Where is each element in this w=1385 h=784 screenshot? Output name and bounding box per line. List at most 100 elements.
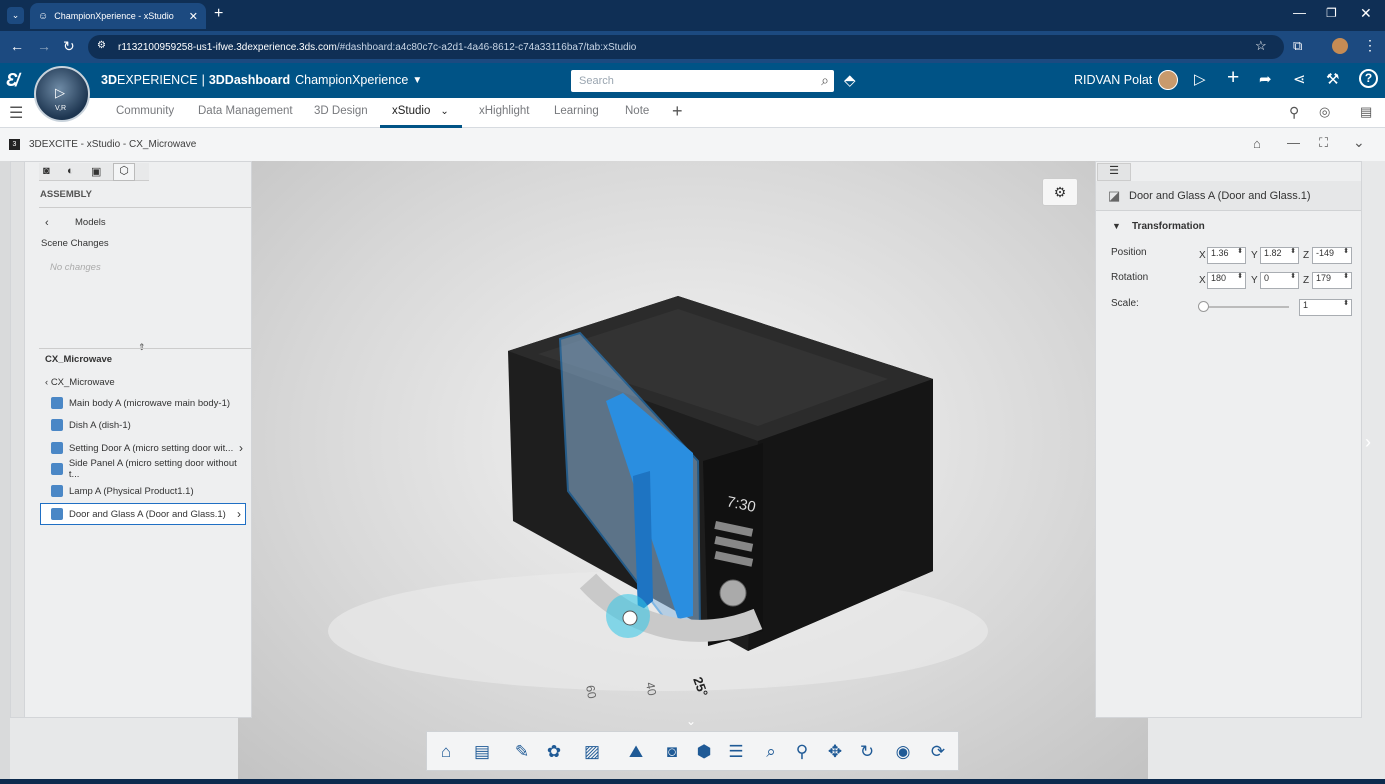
materials-tab-icon[interactable]: ◐ xyxy=(67,165,74,177)
cloud-icon[interactable]: ⌂ xyxy=(1253,136,1261,151)
apps-icon[interactable]: ⚒ xyxy=(1326,70,1339,88)
tab-community[interactable]: Community xyxy=(116,105,174,117)
restore-icon[interactable]: ❐ xyxy=(1326,6,1337,20)
zoom-in-icon[interactable]: ⌕ xyxy=(760,741,782,763)
materials-icon[interactable]: ✿ xyxy=(543,741,565,763)
forward-share-icon[interactable]: ➦ xyxy=(1259,70,1272,88)
minimize-icon[interactable]: — xyxy=(1293,5,1306,20)
rotation-y-input[interactable]: 0 ⬍ xyxy=(1260,272,1299,289)
chevron-down-icon[interactable]: ⌄ xyxy=(440,106,448,117)
tree-item-selected[interactable]: Door and Glass A (Door and Glass.1) › xyxy=(40,503,246,525)
pan-icon[interactable]: ✥ xyxy=(824,741,846,763)
rotate-icon[interactable]: ↻ xyxy=(856,741,878,763)
position-x-input[interactable]: 1.36 ⬍ xyxy=(1207,247,1246,264)
list-icon[interactable]: ☰ xyxy=(725,741,747,763)
add-icon[interactable]: + xyxy=(1227,66,1239,90)
tab-data-management[interactable]: Data Management xyxy=(198,105,293,117)
assembly-tab-icon[interactable]: ⬡ xyxy=(113,163,135,181)
refresh-icon[interactable]: ⟳ xyxy=(927,741,949,763)
tab-xhighlight[interactable]: xHighlight xyxy=(479,105,530,117)
tag-icon[interactable]: ⬘ xyxy=(844,71,856,89)
scale-slider[interactable] xyxy=(1199,306,1289,308)
social-share-icon[interactable]: ⋖ xyxy=(1293,70,1306,88)
comment-icon[interactable]: ▤ xyxy=(1360,104,1372,120)
annotation-icon[interactable]: ✎ xyxy=(511,741,533,763)
position-y-input[interactable]: 1.82 ⬍ xyxy=(1260,247,1299,264)
stepper-icon[interactable]: ⬍ xyxy=(1237,247,1243,255)
compass-widget[interactable]: ▷ V,R xyxy=(34,66,90,122)
user-avatar[interactable] xyxy=(1158,70,1178,90)
rotation-handle-knob[interactable] xyxy=(622,610,638,626)
tab-3d-design[interactable]: 3D Design xyxy=(314,105,368,117)
scale-slider-handle[interactable] xyxy=(1198,301,1209,312)
bookmark-star-icon[interactable]: ☆ xyxy=(1255,38,1267,54)
position-z-input[interactable]: -149 ⬍ xyxy=(1312,247,1352,264)
tab-note[interactable]: Note xyxy=(625,105,649,117)
scale-input[interactable]: 1 ⬍ xyxy=(1299,299,1352,316)
forward-icon[interactable]: → xyxy=(37,38,51,54)
camera-tab-icon[interactable]: ◙ xyxy=(43,165,50,177)
zoom-out-icon[interactable]: ⚲ xyxy=(791,741,813,763)
search-icon[interactable]: ⌕ xyxy=(821,72,829,89)
tab-xstudio[interactable]: xStudio ⌄ xyxy=(380,105,462,128)
tab-menu-icon[interactable]: ⌄ xyxy=(7,7,24,24)
tree-item[interactable]: Lamp A (Physical Product1.1) xyxy=(41,481,247,501)
tree-root[interactable]: ‹ CX_Microwave xyxy=(45,377,115,388)
chevron-down-icon[interactable]: ▼ xyxy=(412,75,422,86)
help-icon[interactable]: ? xyxy=(1359,69,1378,88)
profile-avatar[interactable] xyxy=(1332,38,1348,54)
widget-menu-chevron-icon[interactable]: ⌄ xyxy=(1353,134,1365,151)
environment-icon[interactable]: ⛰ xyxy=(625,741,647,763)
capture-icon[interactable]: ◉ xyxy=(892,741,914,763)
settings-tab-icon[interactable]: ☰ xyxy=(1097,163,1131,181)
stepper-icon[interactable]: ⬍ xyxy=(1237,272,1243,280)
assembly-icon[interactable]: ⬢ xyxy=(693,741,715,763)
microwave-3d-model[interactable]: 7:30 60 40 25° xyxy=(238,161,1148,779)
search-input[interactable]: Search ⌕ xyxy=(571,70,834,92)
close-window-icon[interactable]: ✕ xyxy=(1360,5,1372,22)
stepper-icon[interactable]: ⬍ xyxy=(1343,247,1349,255)
add-tab-icon[interactable]: + xyxy=(672,101,683,122)
tree-item[interactable]: Side Panel A (micro setting door without… xyxy=(41,458,247,480)
browser-menu-icon[interactable]: ⋮ xyxy=(1363,37,1377,54)
tree-item[interactable]: Setting Door A (micro setting door wit..… xyxy=(41,438,247,458)
hamburger-menu-icon[interactable]: ☰ xyxy=(9,103,23,123)
new-tab-icon[interactable]: + xyxy=(214,5,223,23)
site-info-icon[interactable]: ⚙ xyxy=(97,40,106,51)
left-panel-scrollbar[interactable] xyxy=(11,162,25,717)
stepper-icon[interactable]: ⬍ xyxy=(1290,247,1296,255)
chevron-right-icon[interactable]: › xyxy=(237,507,241,521)
chevron-right-icon[interactable]: › xyxy=(239,441,243,455)
rotation-z-input[interactable]: 179 ⬍ xyxy=(1312,272,1352,289)
camera-settings-icon[interactable]: ⚙ xyxy=(1042,178,1078,206)
3d-viewport[interactable]: 7:30 60 40 25° ⚙ ⌄ xyxy=(238,161,1148,779)
maximize-widget-icon[interactable]: ⛶ xyxy=(1319,135,1328,151)
tree-item[interactable]: Main body A (microwave main body-1) xyxy=(41,393,247,413)
models-link[interactable]: Models xyxy=(75,217,106,228)
image-icon[interactable]: ▨ xyxy=(581,741,603,763)
stepper-icon[interactable]: ⬍ xyxy=(1343,272,1349,280)
collapse-triangle-icon[interactable]: ▼ xyxy=(1112,221,1121,231)
user-name[interactable]: RIDVAN Polat xyxy=(1074,73,1152,87)
url-field[interactable]: ⚙ r1132100959258-us1-ifwe.3dexperience.3… xyxy=(88,35,1284,59)
tab-learning[interactable]: Learning xyxy=(554,105,599,117)
stepper-icon[interactable]: ⬍ xyxy=(1343,299,1349,307)
search-people-icon[interactable]: ⚲ xyxy=(1289,104,1299,121)
home-icon[interactable]: ⌂ xyxy=(435,741,457,763)
render-icon[interactable]: ◙ xyxy=(661,741,683,763)
right-expand-icon[interactable]: › xyxy=(1365,432,1371,453)
view-toggle-icon[interactable]: ◎ xyxy=(1319,104,1330,120)
stepper-icon[interactable]: ⬍ xyxy=(1290,272,1296,280)
save-icon[interactable]: ▤ xyxy=(471,741,493,763)
dashboard-name[interactable]: ChampionXperience xyxy=(295,73,408,87)
minimize-widget-icon[interactable]: — xyxy=(1287,135,1300,150)
reload-icon[interactable]: ↻ xyxy=(63,38,75,55)
browser-tab[interactable]: ☺ ChampionXperience - xStudio ✕ xyxy=(30,3,206,29)
extensions-icon[interactable]: ⧉ xyxy=(1293,38,1302,54)
back-icon[interactable]: ← xyxy=(10,38,24,54)
back-chevron-icon[interactable]: ‹ xyxy=(45,217,49,229)
toolbar-collapse-chevron-icon[interactable]: ⌄ xyxy=(686,714,696,728)
rotation-x-input[interactable]: 180 ⬍ xyxy=(1207,272,1246,289)
tree-item[interactable]: Dish A (dish-1) xyxy=(41,415,247,435)
close-tab-icon[interactable]: ✕ xyxy=(189,10,198,23)
